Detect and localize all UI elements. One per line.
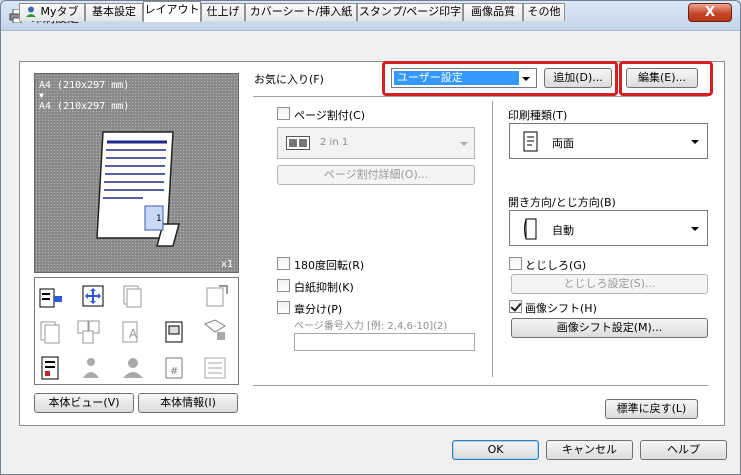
- tab-stamp[interactable]: スタンプ/ページ印字: [357, 3, 463, 21]
- chevron-down-icon: [460, 142, 468, 146]
- page-combine-label: ページ割付(C): [294, 109, 366, 122]
- page-combine-select[interactable]: 2 in 1: [277, 127, 475, 159]
- divider-top: [253, 96, 708, 97]
- tab-image-quality[interactable]: 画像品質: [463, 3, 523, 21]
- tab-cover-sheet[interactable]: カバーシート/挿入紙: [245, 3, 357, 21]
- tab-label: 画像品質: [471, 5, 515, 18]
- page-number: 1: [156, 214, 162, 224]
- image-shift-settings-button[interactable]: 画像シフト設定(M)...: [511, 318, 708, 338]
- paper-size-output: A4 (210x297 mm): [39, 101, 130, 112]
- user-auth-icon: [123, 358, 143, 378]
- tab-label: 基本設定: [92, 5, 136, 18]
- print-settings-window: 印刷設定 X Myタブ 基本設定 レイアウト 仕上げ カバーシート/挿入紙 スタ…: [0, 0, 741, 475]
- multi-page-icon: [77, 320, 100, 344]
- svg-text:A: A: [129, 327, 138, 341]
- chevron-down-icon: [691, 140, 699, 144]
- print-type-select[interactable]: 両面: [509, 123, 708, 159]
- tab-label: Myタブ: [40, 5, 79, 18]
- person-icon: [25, 6, 37, 17]
- highlight-box-favorites: [382, 61, 618, 96]
- print-type-value: 両面: [552, 137, 574, 150]
- watermark-icon: [165, 321, 183, 343]
- two-in-one-icon: [286, 136, 310, 150]
- page-number-icon: #: [165, 357, 183, 379]
- chapter-label: 章分け(P): [294, 303, 343, 316]
- secure-print-icon: [204, 319, 226, 340]
- rotate-180-label: 180度回転(R): [294, 259, 365, 272]
- person-document-icon: [83, 358, 99, 378]
- duplex-icon: [523, 131, 538, 152]
- chapter-page-input-label: ページ番号入力 [例: 2,4,6-10](2): [294, 321, 448, 332]
- margin-checkbox[interactable]: [509, 257, 522, 270]
- binding-icon: [524, 218, 537, 240]
- copies-indicator: x1: [221, 259, 234, 270]
- zoom-move-icon: [82, 285, 104, 307]
- tab-basic-settings[interactable]: 基本設定: [85, 3, 143, 21]
- blank-suppress-checkbox[interactable]: [277, 279, 290, 292]
- page-preview-icon: [96, 131, 180, 247]
- tab-label: その他: [527, 5, 561, 18]
- highlight-box-edit: [619, 61, 713, 96]
- image-shift-label: 画像シフト(H): [525, 302, 597, 315]
- chapter-checkbox[interactable]: [277, 301, 290, 314]
- staple-icon: [206, 285, 228, 307]
- text-overlay-icon: A: [122, 321, 138, 343]
- main-view-button[interactable]: 本体ビュー(V): [34, 393, 134, 413]
- tab-other[interactable]: その他: [523, 3, 565, 21]
- tab-label: スタンプ/ページ印字: [358, 5, 462, 18]
- tab-layout[interactable]: レイアウト: [143, 1, 201, 22]
- page-combine-detail-button[interactable]: ページ割付詳細(O)...: [277, 165, 475, 185]
- margin-settings-button[interactable]: とじしろ設定(S)...: [511, 274, 708, 294]
- help-button[interactable]: ヘルプ: [640, 440, 727, 460]
- restore-default-button[interactable]: 標準に戻す(L): [605, 399, 698, 419]
- chevron-down-icon: [691, 227, 699, 231]
- paper-size-original: A4 (210x297 mm): [39, 80, 130, 91]
- close-button[interactable]: X: [688, 3, 732, 22]
- page-combine-checkbox[interactable]: [277, 107, 290, 120]
- tab-label: レイアウト: [144, 3, 200, 16]
- binding-direction-label: 開き方向/とじ方向(B): [508, 196, 616, 209]
- print-type-label: 印刷種類(T): [508, 109, 568, 122]
- tab-label: 仕上げ: [206, 5, 240, 18]
- cancel-button[interactable]: キャンセル: [546, 440, 633, 460]
- margin-label: とじしろ(G): [525, 259, 587, 272]
- main-info-button[interactable]: 本体情報(I): [138, 393, 238, 413]
- booklet-icon: [123, 285, 142, 308]
- svg-text:#: #: [170, 366, 178, 377]
- binding-direction-value: 自動: [552, 224, 574, 237]
- chapter-page-input[interactable]: [294, 333, 475, 351]
- image-shift-checkbox[interactable]: [509, 300, 522, 313]
- paper-tray-icon: [39, 288, 62, 308]
- preview-area: A4 (210x297 mm) ▼ A4 (210x297 mm) 1 x1: [34, 73, 239, 273]
- favorites-label: お気に入り(F): [254, 73, 324, 86]
- binding-direction-select[interactable]: 自動: [509, 210, 708, 246]
- copy-pages-icon: [40, 321, 60, 344]
- document-icon: [41, 356, 59, 380]
- list-icon: [204, 357, 226, 379]
- tab-finishing[interactable]: 仕上げ: [201, 3, 245, 21]
- rotate-180-checkbox[interactable]: [277, 257, 290, 270]
- blank-suppress-label: 白紙抑制(K): [294, 281, 354, 294]
- ok-button[interactable]: OK: [452, 440, 539, 460]
- divider-bottom: [253, 385, 708, 386]
- tab-label: カバーシート/挿入紙: [249, 5, 353, 18]
- tab-my-tab[interactable]: Myタブ: [19, 3, 85, 21]
- function-icon-panel: A #: [34, 277, 239, 385]
- page-combine-value: 2 in 1: [320, 137, 349, 148]
- divider-vertical: [492, 101, 493, 377]
- arrow-down-icon: ▼: [39, 91, 44, 100]
